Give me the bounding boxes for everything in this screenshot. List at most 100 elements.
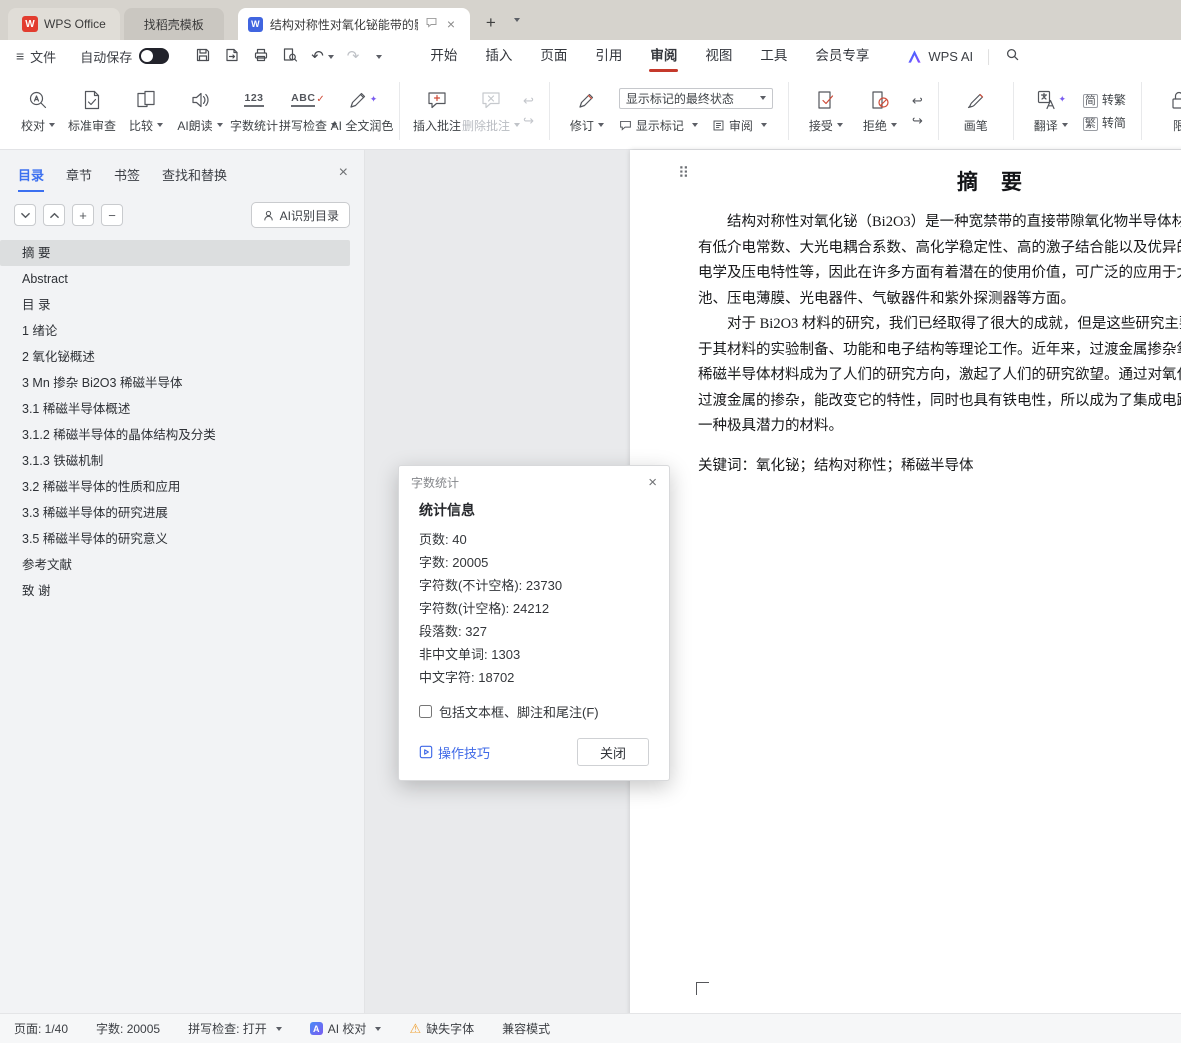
outline-item-abstract-cn[interactable]: 摘 要: [0, 240, 350, 266]
restrict-editing-label: 限: [1173, 117, 1181, 134]
new-tab-button[interactable]: +: [486, 13, 496, 33]
quick-access-toolbar: ↶ ↷: [195, 47, 382, 66]
review-pane-button[interactable]: 审阅: [712, 117, 767, 134]
tab-insert[interactable]: 插入: [471, 40, 526, 72]
wps-ai-button[interactable]: WPS AI: [907, 49, 973, 64]
traditional-to-simplified-button[interactable]: 繁转简: [1083, 114, 1126, 131]
reject-button[interactable]: 拒绝: [858, 88, 902, 134]
dialog-titlebar[interactable]: 字数统计 ×: [399, 466, 669, 498]
stat-chars-no-spaces: 字符数(不计空格)23730: [419, 574, 649, 597]
template-store-tab[interactable]: 找稻壳模板: [124, 8, 224, 40]
insert-comment-button[interactable]: 插入批注: [415, 88, 459, 134]
sidebar-tab-find-replace[interactable]: 查找和替换: [162, 165, 227, 184]
tab-membership[interactable]: 会员专享: [801, 40, 883, 72]
paragraph-drag-handle-icon[interactable]: ⠿: [678, 164, 689, 182]
print-icon[interactable]: [253, 47, 269, 66]
file-menu-button[interactable]: ≡ 文件: [16, 47, 56, 66]
print-preview-icon[interactable]: [282, 47, 298, 66]
export-icon[interactable]: [224, 47, 240, 66]
restrict-editing-button[interactable]: 限: [1157, 88, 1181, 134]
standard-review-button[interactable]: 标准审查: [70, 88, 114, 134]
include-footnotes-checkbox-row: 包括文本框、脚注和尾注(F): [419, 702, 649, 721]
accept-button[interactable]: 接受: [804, 88, 848, 134]
status-compat-mode[interactable]: 兼容模式: [502, 1020, 550, 1037]
outline-item-3-5[interactable]: 3.5 稀磁半导体的研究意义: [0, 526, 364, 552]
play-video-icon: [419, 745, 433, 759]
outline-item-3-1-2[interactable]: 3.1.2 稀磁半导体的晶体结构及分类: [0, 422, 364, 448]
hamburger-icon: ≡: [16, 48, 24, 64]
tab-list-dropdown-icon[interactable]: [510, 11, 520, 29]
status-ai-proofread[interactable]: A AI 校对: [310, 1020, 382, 1037]
more-commands-icon[interactable]: [372, 49, 382, 64]
compare-button[interactable]: 比较: [124, 88, 168, 134]
wps-ai-icon: [907, 49, 922, 64]
previous-change-icon[interactable]: ↩: [912, 94, 923, 107]
sidebar-tab-toc[interactable]: 目录: [18, 165, 44, 192]
status-page-indicator[interactable]: 页面: 1/40: [14, 1020, 68, 1037]
tab-reference[interactable]: 引用: [581, 40, 636, 72]
search-icon[interactable]: [1005, 47, 1020, 65]
status-word-count[interactable]: 字数: 20005: [96, 1020, 160, 1037]
autosave-toggle[interactable]: [139, 48, 169, 64]
reject-label: 拒绝: [863, 117, 887, 134]
zoom-in-outline-button[interactable]: +: [72, 204, 94, 226]
previous-comment-icon[interactable]: ↩: [523, 94, 534, 107]
next-comment-icon[interactable]: ↪: [523, 114, 534, 127]
close-tab-icon[interactable]: ×: [447, 16, 455, 32]
ribbon-separator: [1141, 82, 1142, 140]
expand-all-button[interactable]: [14, 204, 36, 226]
wps-home-tab[interactable]: W WPS Office: [8, 8, 120, 40]
outline-item-1[interactable]: 1 绪论: [0, 318, 364, 344]
document-heading: 摘 要: [698, 166, 1181, 196]
menubar-separator: │: [985, 49, 993, 64]
translate-button[interactable]: ✦ 翻译: [1029, 88, 1073, 134]
outline-item-2[interactable]: 2 氧化铋概述: [0, 344, 364, 370]
dialog-close-button[interactable]: 关闭: [577, 738, 649, 766]
document-tab[interactable]: W 结构对称性对氧化铋能带的影 ×: [238, 8, 470, 40]
file-menu-label: 文件: [30, 47, 56, 66]
outline-item-references[interactable]: 参考文献: [0, 552, 364, 578]
outline-item-3-3[interactable]: 3.3 稀磁半导体的研究进展: [0, 500, 364, 526]
markup-state-dropdown[interactable]: 显示标记的最终状态: [619, 88, 773, 109]
spell-check-button[interactable]: ABC✓ 拼写检查: [286, 88, 330, 134]
outline-item-acknowledgement[interactable]: 致 谢: [0, 578, 364, 604]
include-footnotes-checkbox[interactable]: [419, 705, 432, 718]
status-spell-check[interactable]: 拼写检查: 打开: [188, 1020, 282, 1037]
redo-icon[interactable]: ↷: [347, 47, 360, 65]
zoom-out-outline-button[interactable]: −: [101, 204, 123, 226]
proofread-button[interactable]: 校对: [16, 88, 60, 134]
outline-item-3-1[interactable]: 3.1 稀磁半导体概述: [0, 396, 364, 422]
ai-recognize-toc-button[interactable]: AI识别目录: [251, 202, 350, 228]
status-missing-font[interactable]: ⚠ 缺失字体: [409, 1020, 474, 1037]
show-markup-button[interactable]: 显示标记: [619, 117, 698, 134]
collapse-all-button[interactable]: [43, 204, 65, 226]
tab-home[interactable]: 开始: [416, 40, 471, 72]
delete-comment-button[interactable]: 删除批注: [469, 88, 513, 134]
outline-item-3[interactable]: 3 Mn 掺杂 Bi2O3 稀磁半导体: [0, 370, 364, 396]
ai-read-aloud-button[interactable]: AI朗读: [178, 88, 222, 134]
ai-polish-button[interactable]: ✦ AI 全文润色: [340, 88, 384, 134]
tab-page[interactable]: 页面: [526, 40, 581, 72]
undo-icon[interactable]: ↶: [311, 47, 334, 65]
ai-read-label: AI朗读: [177, 117, 212, 134]
save-icon[interactable]: [195, 47, 211, 66]
word-count-button[interactable]: 123 字数统计: [232, 88, 276, 134]
tab-view[interactable]: 视图: [691, 40, 746, 72]
outline-item-contents[interactable]: 目 录: [0, 292, 364, 318]
outline-item-3-1-3[interactable]: 3.1.3 铁磁机制: [0, 448, 364, 474]
next-change-icon[interactable]: ↪: [912, 114, 923, 127]
tab-tools[interactable]: 工具: [746, 40, 801, 72]
tab-review[interactable]: 审阅: [636, 40, 691, 72]
simplified-to-traditional-button[interactable]: 简转繁: [1083, 91, 1126, 108]
dialog-close-icon[interactable]: ×: [648, 474, 657, 491]
sidebar-tab-chapter[interactable]: 章节: [66, 165, 92, 184]
sidebar-close-icon[interactable]: ×: [339, 164, 348, 182]
sidebar-tab-bookmark[interactable]: 书签: [114, 165, 140, 184]
document-page[interactable]: ⠿ 摘 要 结构对称性对氧化铋（Bi2O3）是一种宽禁带的直接带隙氧化物半导体材…: [630, 150, 1181, 1043]
tips-link[interactable]: 操作技巧: [419, 743, 490, 762]
ribbon-tab-strip: 开始 插入 页面 引用 审阅 视图 工具 会员专享: [416, 40, 883, 72]
ink-brush-button[interactable]: 画笔: [954, 88, 998, 134]
track-changes-button[interactable]: 修订: [565, 88, 609, 134]
outline-item-abstract-en[interactable]: Abstract: [0, 266, 364, 292]
outline-item-3-2[interactable]: 3.2 稀磁半导体的性质和应用: [0, 474, 364, 500]
